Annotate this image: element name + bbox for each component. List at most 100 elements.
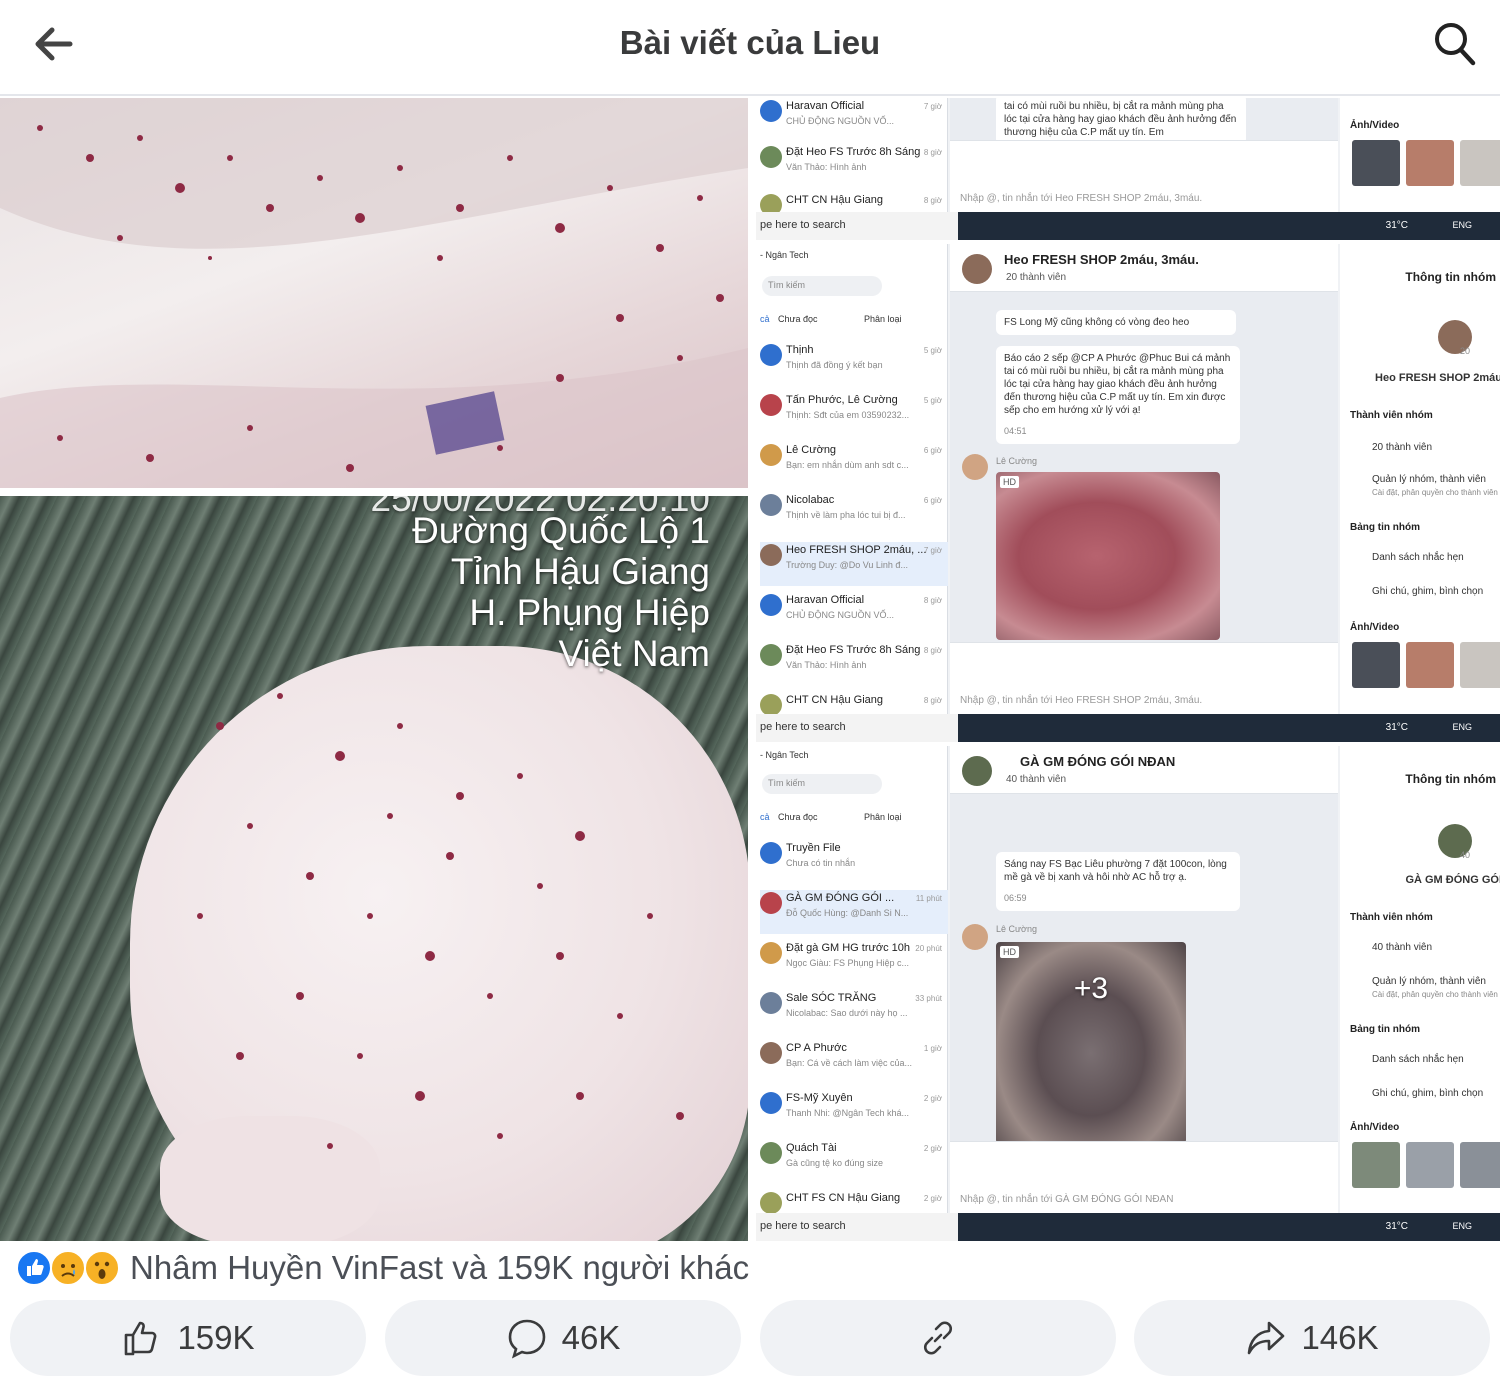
media-thumbnail bbox=[1406, 140, 1454, 186]
chat-screenshot-3[interactable]: - Ngân Tech Tìm kiếm cả Chưa đọc Phân lo… bbox=[754, 746, 1500, 1241]
conversation-name: Sale SÓC TRĂNG bbox=[786, 992, 877, 1004]
conversation-name: Haravan Official bbox=[786, 594, 865, 606]
chat-screenshot-1[interactable]: Haravan Official CHỦ ĐỘNG NGUỒN VỐ... 7 … bbox=[754, 98, 1500, 240]
windows-taskbar: pe here to search 31°C ENG bbox=[756, 212, 1500, 240]
info-title: Thông tin nhóm bbox=[1405, 772, 1496, 786]
avatar bbox=[760, 694, 782, 716]
filter-tab: Chưa đọc bbox=[778, 314, 818, 324]
notes-item: Ghi chú, ghim, bình chọn bbox=[1372, 1088, 1484, 1099]
chat-image: HD bbox=[996, 472, 1220, 640]
hd-badge: HD bbox=[1000, 946, 1019, 958]
conversation-time: 8 giờ bbox=[923, 148, 942, 157]
list-item[interactable]: Đặt gà GM HG trước 10h Ngọc Giàu: FS Phụn… bbox=[760, 940, 948, 984]
avatar bbox=[760, 1192, 782, 1214]
info-title: Thông tin nhóm bbox=[1405, 270, 1496, 284]
conversation-name: Tấn Phước, Lê Cường bbox=[786, 394, 898, 406]
list-item[interactable]: FS-Mỹ Xuyên Thanh Nhi: @Ngân Tech khá... 2… bbox=[760, 1090, 948, 1134]
search-input: Tìm kiếm bbox=[762, 774, 882, 794]
conversation-time: 11 phút bbox=[915, 894, 942, 903]
conversation-time: 8 giờ bbox=[923, 596, 942, 605]
avatar bbox=[760, 644, 782, 666]
comment-button[interactable]: 46K bbox=[385, 1300, 741, 1376]
members-section-title: Thành viên nhóm bbox=[1350, 410, 1433, 421]
list-item[interactable]: Sale SÓC TRĂNG Nicolabac: Sao dưới này họ… bbox=[760, 990, 948, 1034]
conversation-snippet: Ngọc Giàu: FS Phụng Hiệp c... bbox=[786, 958, 910, 968]
windows-taskbar: pe here to search 31°C ENG bbox=[756, 1213, 1500, 1241]
message-input: Nhập @, tin nhắn tới Heo FRESH SHOP 2máu… bbox=[960, 695, 1203, 706]
list-item[interactable]: CP A Phước Bạn: Cá về cách làm việc của..… bbox=[760, 1040, 948, 1084]
conversation-time: 1 giờ bbox=[923, 1044, 942, 1053]
media-thumbnail bbox=[1352, 642, 1400, 688]
list-item[interactable]: Thịnh Thịnh đã đồng ý kết bạn 5 giờ bbox=[760, 342, 948, 386]
list-item[interactable]: Heo FRESH SHOP 2máu, ... Trường Duy: @Do … bbox=[760, 542, 948, 586]
conversation-name: Đặt gà GM HG trước 10h bbox=[786, 942, 911, 954]
taskbar-temperature: 31°C bbox=[1385, 722, 1408, 733]
message-bubble: Báo cáo 2 sếp @CP A Phước @Phuc Bui cá m… bbox=[996, 346, 1240, 444]
taskbar-language: ENG bbox=[1452, 1221, 1472, 1231]
avatar bbox=[760, 394, 782, 416]
conversation-time: 8 giờ bbox=[923, 196, 942, 205]
conversation-name: CHT CN Hậu Giang bbox=[786, 694, 883, 706]
sender-name: Lê Cường bbox=[996, 924, 1037, 934]
pig-carcass-photo-top[interactable] bbox=[0, 98, 748, 488]
chat-screenshot-2[interactable]: - Ngân Tech Tìm kiếm cả Chưa đọc Phân lo… bbox=[754, 244, 1500, 742]
conversation-name: GÀ GM ĐÓNG GÓI ... bbox=[786, 892, 895, 904]
list-item[interactable]: Lê Cường Bạn: em nhắn dùm anh sdt c... 6 g… bbox=[760, 442, 948, 486]
conversation-name: Heo FRESH SHOP 2máu, ... bbox=[786, 544, 927, 556]
reactions-summary[interactable]: Nhâm Huyền VinFast và 159K người khác bbox=[16, 1248, 749, 1288]
message-input-bar: Nhập @, tin nhắn tới GÀ GM ĐÓNG GÓI NĐAN bbox=[950, 1141, 1338, 1213]
media-thumbnail bbox=[1460, 1142, 1500, 1188]
taskbar-search: pe here to search bbox=[756, 1213, 958, 1241]
list-item[interactable]: Nicolabac Thịnh về làm pha lóc tui bị đ..… bbox=[760, 492, 948, 536]
share-button[interactable]: 146K bbox=[1134, 1300, 1490, 1376]
list-item[interactable]: Đặt Heo FS Trước 8h Sáng Văn Thảo: Hình ả… bbox=[760, 642, 948, 686]
board-section-title: Bảng tin nhóm bbox=[1350, 1024, 1420, 1035]
conversation-snippet: Thanh Nhi: @Ngân Tech khá... bbox=[786, 1108, 910, 1118]
chat-header: GÀ GM ĐÓNG GÓI NĐAN 40 thành viên bbox=[950, 746, 1338, 794]
reactions-text: Nhâm Huyền VinFast và 159K người khác bbox=[130, 1249, 750, 1286]
photo-location-overlay: Đường Quốc Lộ 1 Tỉnh Hậu Giang H. Phụng … bbox=[412, 510, 710, 674]
conversation-snippet: Văn Thảo: Hình ảnh bbox=[786, 162, 867, 172]
windows-taskbar: pe here to search 31°C ENG bbox=[756, 714, 1500, 742]
conversation-snippet: Bạn: em nhắn dùm anh sdt c... bbox=[786, 460, 909, 470]
carcass-spots bbox=[0, 98, 748, 488]
manage-group-sub: Cài đặt, phân quyền cho thành viên bbox=[1372, 488, 1498, 497]
conversation-time: 20 phút bbox=[915, 944, 942, 953]
list-item[interactable]: GÀ GM ĐÓNG GÓI ... Đỗ Quốc Hùng: @Danh Si… bbox=[760, 890, 948, 934]
media-thumbnail bbox=[1460, 140, 1500, 186]
conversation-snippet: Bạn: Cá về cách làm việc của... bbox=[786, 1058, 913, 1068]
filter-tab: cả bbox=[760, 812, 770, 822]
conversation-name: Haravan Official bbox=[786, 100, 865, 112]
conversation-time: 6 giờ bbox=[923, 496, 942, 505]
conversation-time: 2 giờ bbox=[923, 1094, 942, 1103]
search-button[interactable] bbox=[1432, 20, 1478, 68]
chat-name: GÀ GM ĐÓNG GÓI NĐAN bbox=[1020, 754, 1176, 769]
sender-avatar bbox=[962, 454, 988, 480]
list-item[interactable]: Truyền File Chưa có tin nhắn bbox=[760, 840, 948, 884]
pig-carcass-photo-bottom[interactable]: 25/00/2022 02:20:10 Đường Quốc Lộ 1 Tỉnh… bbox=[0, 496, 748, 1241]
copy-link-button[interactable] bbox=[760, 1300, 1116, 1376]
list-item[interactable]: Quách Tài Gà cũng tệ ko đúng size 2 giờ bbox=[760, 1140, 948, 1184]
conversation-name: Thịnh bbox=[786, 344, 814, 356]
like-button[interactable]: 159K bbox=[10, 1300, 366, 1376]
conversation-name: Nicolabac bbox=[786, 494, 835, 506]
page-title: Bài viết của Lieu bbox=[619, 24, 881, 61]
media-thumbnail bbox=[1406, 1142, 1454, 1188]
overlay-line: H. Phụng Hiệp bbox=[469, 592, 710, 633]
avatar bbox=[760, 146, 782, 168]
avatar bbox=[760, 1092, 782, 1114]
conversation-time: 33 phút bbox=[915, 994, 942, 1003]
avatar-count: 40 bbox=[1460, 850, 1471, 860]
conversation-time: 5 giờ bbox=[923, 396, 942, 405]
conversation-time: 8 giờ bbox=[923, 646, 942, 655]
conversation-name: Đặt Heo FS Trước 8h Sáng bbox=[786, 644, 921, 656]
list-item[interactable]: Haravan Official CHỦ ĐỘNG NGUỒN VỐ... 8 gi… bbox=[760, 592, 948, 636]
message-bubble: FS Long Mỹ cũng không có vòng đeo heo bbox=[996, 310, 1236, 335]
sender-name: Lê Cường bbox=[996, 456, 1037, 466]
message-text: Báo cáo 2 sếp @CP A Phước @Phuc Bui cá m… bbox=[1004, 353, 1231, 416]
conversation-snippet: Văn Thảo: Hình ảnh bbox=[786, 660, 867, 670]
conversation-snippet: CHỦ ĐỘNG NGUỒN VỐ... bbox=[786, 610, 895, 620]
link-icon bbox=[924, 1321, 952, 1355]
list-item[interactable]: Tấn Phước, Lê Cường Thịnh: Sđt của em 035… bbox=[760, 392, 948, 436]
chat-member-count: 20 thành viên bbox=[1006, 272, 1067, 283]
